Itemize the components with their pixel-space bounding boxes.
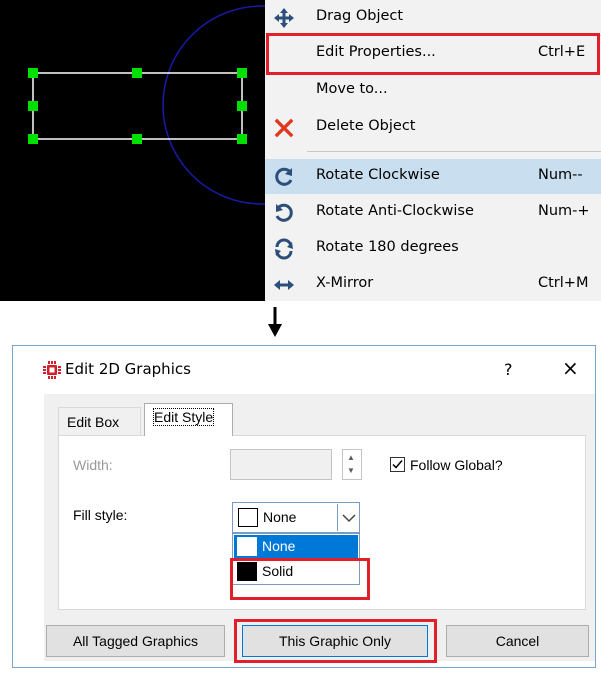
- width-input[interactable]: [230, 449, 332, 480]
- fill-style-label: Fill style:: [73, 507, 128, 523]
- fill-style-value: None: [263, 509, 297, 525]
- delete-x-icon: [273, 117, 295, 139]
- menu-item-label: Rotate Clockwise: [316, 167, 440, 183]
- menu-item-drag-object[interactable]: Drag Object: [265, 0, 601, 35]
- menu-item-label: Move to...: [316, 81, 388, 97]
- menu-item-shortcut: Num--: [538, 167, 583, 183]
- close-button[interactable]: ×: [562, 356, 579, 380]
- selection-handles: [28, 68, 247, 144]
- spin-down-icon[interactable]: ▼: [347, 466, 355, 475]
- mirror-x-icon: [273, 274, 295, 296]
- checkmark-icon: [392, 460, 403, 469]
- arc-guide: [162, 5, 265, 205]
- highlight-frame-solid: [230, 558, 370, 600]
- menu-item-rotate-180[interactable]: Rotate 180 degrees: [265, 231, 601, 266]
- dialog-title: Edit 2D Graphics: [65, 360, 191, 378]
- menu-item-rotate-anticlockwise[interactable]: Rotate Anti-Clockwise Num-+: [265, 195, 601, 230]
- edit-style-panel: Width: ▲ ▼ Follow Global? Fill style: No…: [58, 435, 586, 610]
- rotate-180-icon: [273, 238, 295, 260]
- move-cross-icon: [273, 7, 295, 29]
- edit-2d-graphics-dialog: Edit 2D Graphics ? × Edit Box Edit Style…: [12, 345, 596, 668]
- tab-label: Edit Style: [152, 408, 215, 426]
- tab-edit-box[interactable]: Edit Box: [58, 407, 141, 435]
- follow-global-checkbox[interactable]: [390, 457, 405, 472]
- fill-option-none[interactable]: None: [234, 535, 358, 559]
- dialog-body: Edit Box Edit Style Width: ▲ ▼ Follow Gl…: [44, 394, 595, 663]
- selected-rectangle: [32, 72, 243, 140]
- fill-swatch-none: [237, 537, 257, 556]
- context-menu: Drag Object Edit Properties... Ctrl+E Mo…: [265, 0, 601, 301]
- rotate-clockwise-icon: [273, 166, 295, 188]
- menu-item-x-mirror[interactable]: X-Mirror Ctrl+M: [265, 267, 601, 301]
- menu-item-label: Rotate 180 degrees: [316, 239, 459, 255]
- highlight-frame-this-graphic-only: [234, 619, 437, 663]
- width-label: Width:: [73, 457, 113, 473]
- rotate-anticlockwise-icon: [273, 202, 295, 224]
- menu-separator: [307, 151, 601, 152]
- fill-option-label: None: [262, 538, 296, 554]
- chevron-down-icon[interactable]: [337, 504, 360, 531]
- chip-icon: [43, 361, 61, 384]
- highlight-frame-edit-properties: [266, 33, 600, 75]
- menu-item-label: Drag Object: [316, 8, 404, 24]
- menu-item-shortcut: Ctrl+M: [538, 275, 589, 291]
- spin-up-icon[interactable]: ▲: [347, 453, 355, 462]
- menu-item-shortcut: Num-+: [538, 203, 590, 219]
- schematic-canvas[interactable]: [0, 0, 265, 301]
- down-arrow-icon: [268, 307, 282, 337]
- menu-item-label: Rotate Anti-Clockwise: [316, 203, 474, 219]
- all-tagged-graphics-button[interactable]: All Tagged Graphics: [46, 625, 225, 657]
- menu-item-delete-object[interactable]: Delete Object: [265, 110, 601, 145]
- follow-global-label: Follow Global?: [410, 457, 503, 473]
- menu-item-label: Delete Object: [316, 118, 416, 134]
- menu-item-label: X-Mirror: [316, 275, 374, 291]
- help-button[interactable]: ?: [504, 360, 513, 379]
- fill-style-select[interactable]: None: [232, 502, 360, 533]
- menu-item-rotate-clockwise[interactable]: Rotate Clockwise Num--: [265, 159, 601, 194]
- fill-swatch-none: [238, 508, 258, 527]
- menu-item-move-to[interactable]: Move to...: [265, 73, 601, 108]
- tab-edit-style[interactable]: Edit Style: [144, 403, 233, 436]
- width-spinner[interactable]: ▲ ▼: [342, 449, 362, 480]
- cancel-button[interactable]: Cancel: [446, 625, 589, 657]
- tab-label: Edit Box: [67, 414, 120, 430]
